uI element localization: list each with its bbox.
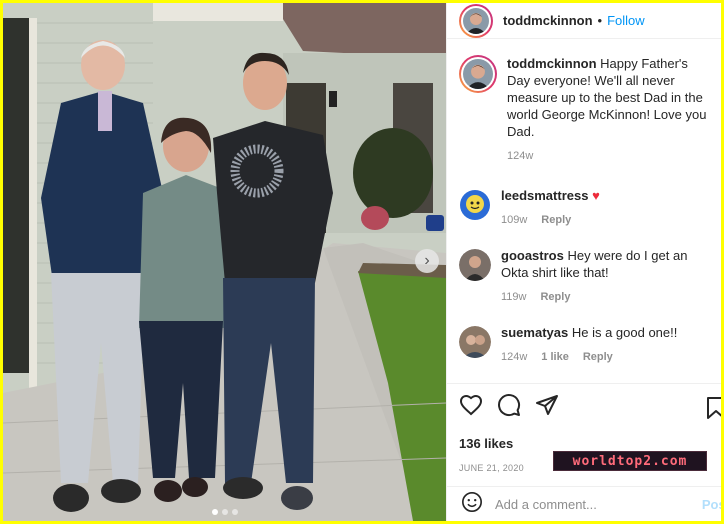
comment-input[interactable] — [495, 496, 695, 512]
photo-scene — [3, 3, 446, 521]
reply-button[interactable]: Reply — [540, 289, 570, 306]
caption-username[interactable]: toddmckinnon — [507, 56, 597, 71]
commenter-avatar[interactable] — [459, 189, 491, 221]
bookmark-icon[interactable] — [706, 396, 721, 425]
carousel-dot — [211, 509, 218, 515]
post-caption: toddmckinnon Happy Father's Day everyone… — [459, 47, 710, 165]
comment-like-count[interactable]: 1 like — [541, 349, 569, 366]
caption-body: toddmckinnon Happy Father's Day everyone… — [507, 55, 710, 165]
comment-age: 109w — [501, 214, 528, 226]
author-avatar — [463, 7, 489, 34]
heart-icon[interactable] — [459, 393, 483, 422]
watermark: worldtop2.com — [553, 451, 707, 471]
commenter-avatar[interactable] — [459, 249, 491, 281]
commenter-avatar[interactable] — [459, 326, 491, 358]
comment-text: He is a good one!! — [571, 325, 678, 340]
reply-button[interactable]: Reply — [583, 349, 613, 366]
post-header: toddmckinnon • Follow — [447, 3, 721, 39]
header-separator: • — [597, 13, 603, 28]
emoji-icon[interactable] — [461, 491, 483, 518]
carousel-dot — [231, 509, 238, 515]
comment-meta: 124w 1 like Reply — [501, 349, 677, 366]
comment-meta: 109w Reply — [501, 212, 600, 229]
action-icons — [459, 393, 710, 422]
carousel-next-button[interactable]: › — [415, 249, 439, 273]
caption-avatar-ring[interactable] — [459, 55, 497, 93]
post-comment-button[interactable]: Post — [702, 497, 721, 512]
comment-icon[interactable] — [497, 393, 521, 422]
comment-meta: 119w Reply — [501, 289, 710, 306]
comment-age: 124w — [501, 351, 528, 363]
comment-username[interactable]: suematyas — [501, 325, 568, 340]
comment-age: 119w — [501, 291, 527, 303]
share-icon[interactable] — [535, 393, 559, 422]
caption-age: 124w — [507, 150, 534, 162]
comment-body: gooastros Hey were do I get an Okta shir… — [501, 247, 710, 306]
comment-item: leedsmattress ♥ 109w Reply — [459, 187, 710, 229]
caption-avatar — [463, 59, 493, 89]
follow-button[interactable]: Follow — [607, 13, 645, 28]
reply-button[interactable]: Reply — [541, 212, 571, 229]
comment-item: gooastros Hey were do I get an Okta shir… — [459, 247, 710, 306]
carousel-dot — [221, 509, 228, 515]
like-count[interactable]: 136 likes — [459, 436, 710, 451]
comment-username[interactable]: gooastros — [501, 248, 564, 263]
post-modal: › toddmckinnon • Follow toddmckinnon Hap… — [3, 3, 721, 521]
author-username[interactable]: toddmckinnon — [503, 13, 593, 28]
comment-body: suematyas He is a good one!! 124w 1 like… — [501, 324, 677, 366]
comments-list[interactable]: toddmckinnon Happy Father's Day everyone… — [447, 47, 721, 381]
author-avatar-ring[interactable] — [459, 3, 493, 38]
chevron-right-icon: › — [424, 252, 430, 269]
watermark-text: worldtop2.com — [572, 453, 688, 469]
add-comment-bar: Post — [447, 486, 721, 521]
carousel-indicator — [3, 509, 446, 515]
comment-item: suematyas He is a good one!! 124w 1 like… — [459, 324, 710, 366]
comment-body: leedsmattress ♥ 109w Reply — [501, 187, 600, 229]
heart-emoji: ♥ — [592, 188, 600, 203]
post-photo[interactable]: › — [3, 3, 446, 521]
post-side-panel: toddmckinnon • Follow toddmckinnon Happy… — [446, 3, 721, 521]
comment-username[interactable]: leedsmattress — [501, 188, 588, 203]
caption-meta: 124w — [507, 148, 710, 165]
